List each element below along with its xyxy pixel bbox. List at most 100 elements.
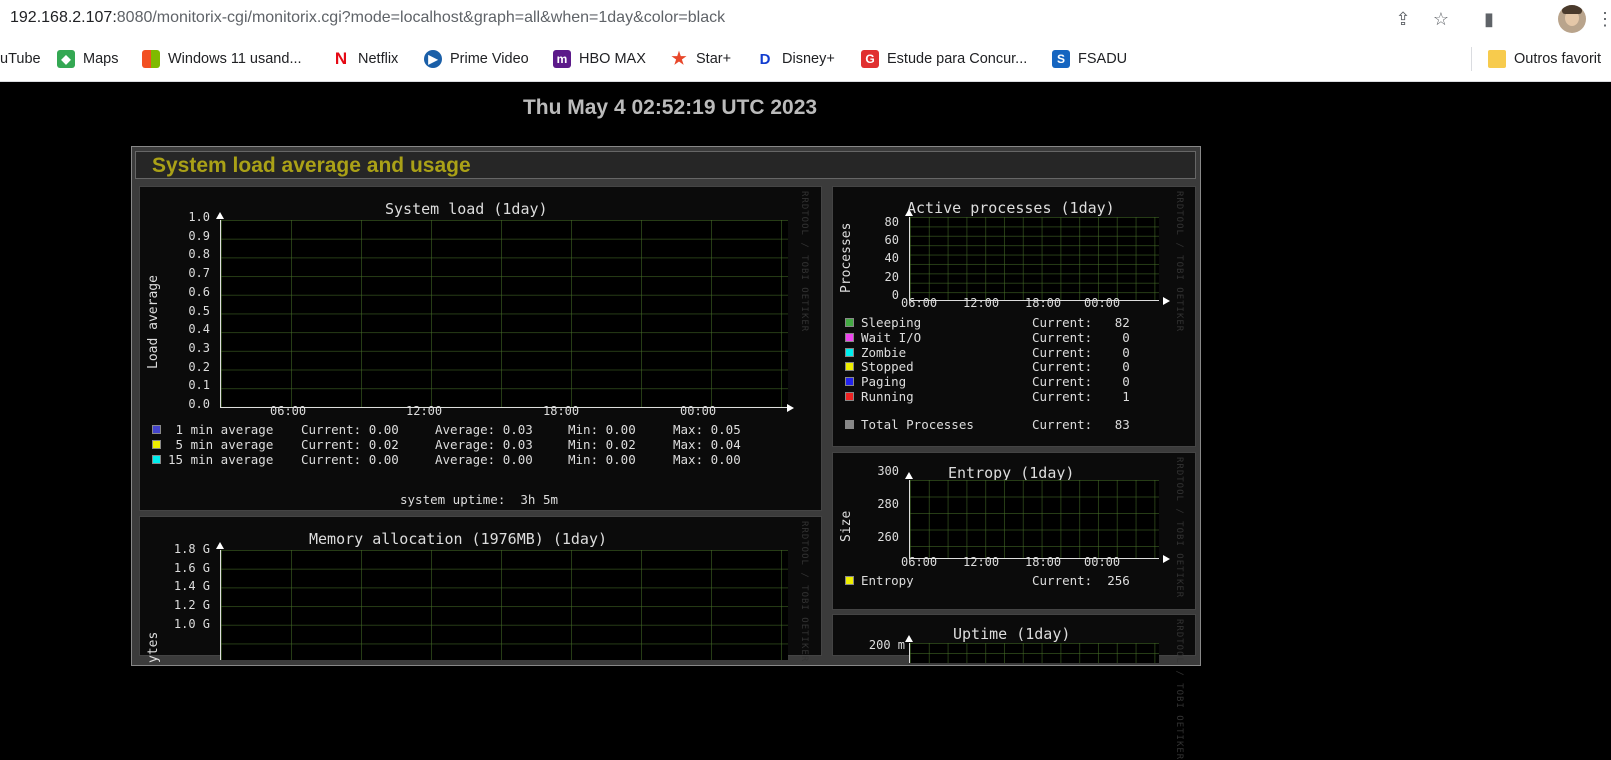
y-axis-label: ytes xyxy=(146,631,161,663)
x-tick: 18:00 xyxy=(543,404,580,418)
y-tick: 0.0 xyxy=(188,397,210,411)
y-tick: 0 xyxy=(891,287,899,302)
y-tick: 300 xyxy=(877,464,899,478)
legend-swatch xyxy=(845,377,854,387)
legend-name: Zombie xyxy=(861,344,907,360)
bookmark-disney-plus[interactable]: D Disney+ xyxy=(756,48,835,70)
legend-swatch xyxy=(845,318,854,327)
graph-title: Active processes (1day) xyxy=(907,199,1115,217)
entropy-graph: Entropy (1day) Size 300 280 260 06:00 12:00… xyxy=(832,452,1196,610)
y-axis-arrow xyxy=(216,542,224,549)
bookmark-other-favorites[interactable]: Outros favorit xyxy=(1488,48,1601,70)
y-tick: 260 xyxy=(877,530,899,544)
legend-name: Sleeping xyxy=(861,315,922,330)
bookmark-prime-video[interactable]: ▶ Prime Video xyxy=(424,48,529,70)
bookmark-label: Estude para Concur... xyxy=(887,51,1028,67)
legend-swatch xyxy=(845,347,854,357)
y-tick: 1.4 G xyxy=(173,579,210,594)
x-tick: 00:00 xyxy=(1084,296,1121,310)
x-tick: 18:00 xyxy=(1025,555,1062,569)
x-tick: 06:00 xyxy=(901,555,938,569)
share-icon[interactable]: ⇪ xyxy=(1392,8,1414,30)
legend-average: Average: 0.03 xyxy=(435,437,533,452)
bookmark-label: HBO MAX xyxy=(579,51,646,67)
address-bar[interactable]: 192.168.2.107:8080/monitorix-cgi/monitor… xyxy=(0,0,1611,38)
bookmark-netflix[interactable]: N Netflix xyxy=(332,48,398,70)
memory-graph: Memory allocation (1976MB) (1day) ytes 1… xyxy=(139,516,822,663)
legend-swatch xyxy=(152,425,161,434)
y-tick: 0.1 xyxy=(188,378,210,393)
legend-swatch xyxy=(845,392,854,401)
y-axis-arrow xyxy=(905,209,913,216)
plot-area xyxy=(909,480,1159,559)
legend-name: Total Processes xyxy=(861,417,974,432)
legend-current: Current: 83 xyxy=(1032,417,1130,432)
y-axis-arrow xyxy=(905,472,913,479)
bookmark-star-plus[interactable]: ★ Star+ xyxy=(670,48,731,70)
y-tick: 0.2 xyxy=(188,359,210,374)
y-tick: 0.7 xyxy=(188,266,210,281)
legend-name: Entropy xyxy=(861,573,914,588)
x-tick: 12:00 xyxy=(963,555,1000,569)
maps-icon: ◆ xyxy=(57,50,75,68)
bookmark-fsadu[interactable]: S FSADU xyxy=(1052,48,1127,70)
legend-name: Wait I/O xyxy=(861,329,922,345)
y-tick: 1.0 G xyxy=(173,616,210,631)
y-tick: 80 xyxy=(884,215,899,229)
estude-icon: G xyxy=(861,50,879,68)
y-axis-arrow xyxy=(905,635,913,642)
bookmark-estude[interactable]: G Estude para Concur... xyxy=(861,48,1027,70)
legend-average: Average: 0.00 xyxy=(435,452,533,467)
y-tick: 0.3 xyxy=(188,340,210,355)
y-tick: 200 m xyxy=(868,638,905,652)
bookmark-windows[interactable]: Windows 11 usand... xyxy=(142,48,302,70)
rrdtool-watermark: RRDTOOL / TOBI OETIKER xyxy=(1174,457,1184,599)
bookmark-youtube[interactable]: uTube xyxy=(0,48,41,70)
bookmark-label: Prime Video xyxy=(450,51,529,67)
legend-current: Current: 1 xyxy=(1032,389,1130,404)
x-axis-arrow xyxy=(1163,297,1170,305)
legend-current: Current: 0 xyxy=(1032,374,1130,390)
profile-avatar[interactable] xyxy=(1558,5,1586,33)
system-uptime: system uptime: 3h 5m xyxy=(400,492,559,507)
side-panel-icon[interactable]: ▮ xyxy=(1478,8,1500,30)
y-tick: 1.6 G xyxy=(173,560,210,575)
bookmarks-bar: uTube ◆ Maps Windows 11 usand... N Netflix… xyxy=(0,38,1611,82)
legend-swatch xyxy=(152,440,161,449)
x-tick: 06:00 xyxy=(901,296,938,310)
y-tick: 1.8 G xyxy=(173,542,210,556)
legend-current: Current: 82 xyxy=(1032,315,1130,330)
legend-swatch xyxy=(152,455,161,464)
netflix-icon: N xyxy=(334,49,348,68)
x-tick: 12:00 xyxy=(406,404,443,418)
windows-icon xyxy=(142,50,160,68)
legend-max: Max: 0.04 xyxy=(673,437,741,452)
legend-current: Current: 0 xyxy=(1032,359,1130,375)
page-datetime: Thu May 4 02:52:19 UTC 2023 xyxy=(522,96,818,119)
rrdtool-watermark: RRDTOOL / TOBI OETIKER xyxy=(799,191,809,333)
y-tick: 40 xyxy=(884,251,899,266)
x-axis-arrow xyxy=(1163,555,1170,563)
url-text[interactable]: 192.168.2.107:8080/monitorix-cgi/monitor… xyxy=(10,9,725,27)
rrdtool-watermark: RRDTOOL / TOBI OETIKER xyxy=(1174,619,1184,760)
x-tick: 12:00 xyxy=(963,296,1000,310)
legend-swatch xyxy=(845,332,854,342)
plot-area xyxy=(220,550,788,660)
fsadu-icon: S xyxy=(1052,50,1070,68)
legend-min: Min: 0.02 xyxy=(568,437,636,452)
legend-name: 5 min average xyxy=(168,437,274,452)
hbo-max-icon: m xyxy=(553,50,571,68)
legend-swatch xyxy=(845,362,854,372)
x-tick: 00:00 xyxy=(1084,555,1121,569)
disney-plus-icon: D xyxy=(759,50,771,68)
bookmark-star-icon[interactable]: ☆ xyxy=(1430,8,1452,30)
rrdtool-watermark: RRDTOOL / TOBI OETIKER xyxy=(799,521,809,663)
bookmark-label: Windows 11 usand... xyxy=(168,51,302,67)
bookmark-maps[interactable]: ◆ Maps xyxy=(57,48,118,70)
y-tick: 0.8 xyxy=(188,247,210,262)
bookmark-label: FSADU xyxy=(1078,51,1128,67)
menu-icon[interactable]: ⋮ xyxy=(1596,8,1611,30)
x-tick: 00:00 xyxy=(680,404,717,418)
bookmark-hbo-max[interactable]: m HBO MAX xyxy=(553,48,646,70)
legend-name: 15 min average xyxy=(168,452,274,467)
